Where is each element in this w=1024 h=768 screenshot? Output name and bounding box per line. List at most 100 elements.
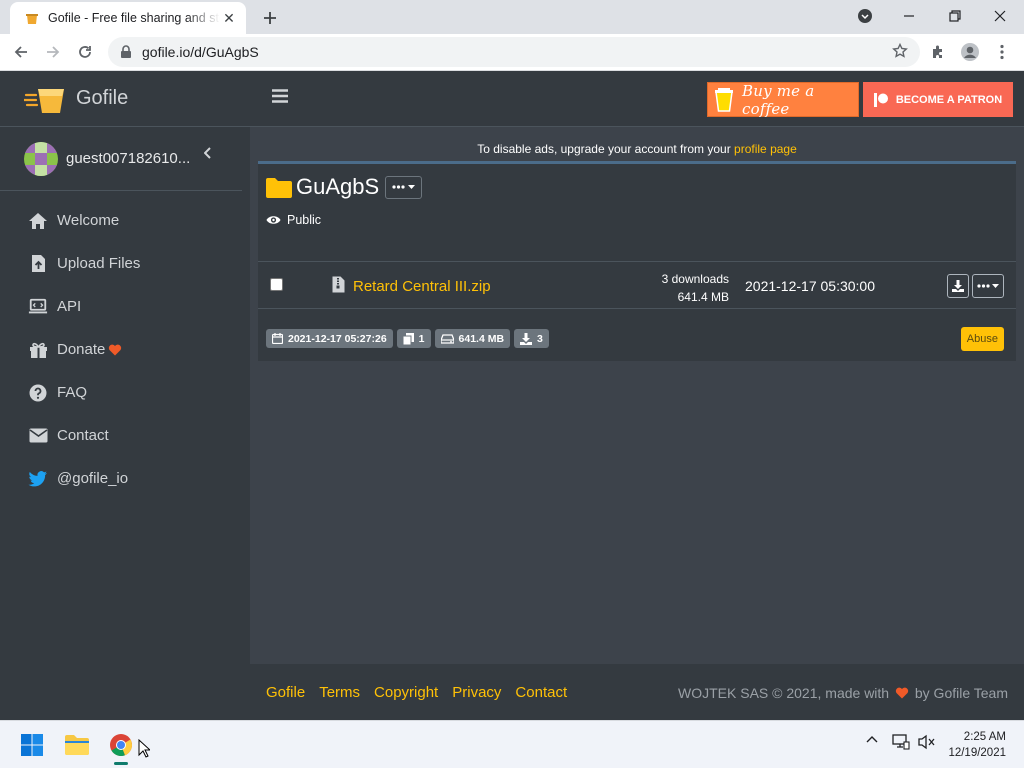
browser-tabstrip: Gofile - Free file sharing and storage ✕ [0, 0, 1024, 34]
file-archive-icon [332, 276, 345, 293]
file-options-button[interactable] [972, 274, 1004, 298]
gofile-favicon-icon [24, 10, 40, 26]
coffee-label: Buy me a coffee [742, 81, 815, 118]
footer-link-contact[interactable]: Contact [515, 684, 567, 701]
footer-link-privacy[interactable]: Privacy [452, 684, 501, 701]
show-hidden-icons-chevron-icon[interactable] [866, 735, 878, 743]
file-upload-icon [28, 254, 48, 274]
envelope-icon [28, 426, 48, 446]
footer-links: Gofile Terms Copyright Privacy Contact [266, 684, 567, 701]
reload-button[interactable] [72, 39, 98, 65]
footer-copyright: WOJTEK SAS © 2021, made with by Gofile T… [678, 685, 1008, 701]
restore-button[interactable] [941, 4, 969, 28]
visibility-label: Public [287, 213, 322, 227]
buy-me-a-coffee-button[interactable]: Buy me a coffee [707, 81, 859, 118]
brand[interactable]: Gofile [0, 71, 250, 127]
volume-muted-icon[interactable] [918, 734, 936, 750]
browser-tab[interactable]: Gofile - Free file sharing and storage ✕ [10, 2, 246, 34]
sidebar-item-contact[interactable]: Contact [0, 414, 250, 457]
twitter-icon [28, 469, 48, 489]
close-tab-icon[interactable]: ✕ [220, 9, 238, 27]
address-bar[interactable]: gofile.io/d/GuAgbS [108, 37, 920, 67]
clock-date: 12/19/2021 [948, 747, 1006, 759]
back-button[interactable] [8, 39, 34, 65]
footer-link-copyright[interactable]: Copyright [374, 684, 438, 701]
tab-search-button[interactable] [851, 4, 879, 28]
system-clock[interactable]: 2:25 AM 12/19/2021 [948, 729, 1006, 761]
folder-header: GuAgbS [266, 174, 423, 200]
sidebar-item-label: @gofile_io [57, 470, 129, 487]
file-explorer-icon[interactable] [61, 729, 93, 761]
gofile-logo-icon [24, 83, 68, 115]
url-text: gofile.io/d/GuAgbS [142, 44, 259, 60]
sidebar-item-api[interactable]: API [0, 285, 250, 328]
total-size: 641.4 MB [458, 332, 505, 345]
file-size: 641.4 MB [677, 290, 729, 304]
sidebar-item-label: FAQ [57, 384, 88, 401]
page-footer: Gofile Terms Copyright Privacy Contact W… [250, 664, 1024, 720]
network-icon[interactable] [892, 734, 910, 750]
created-date: 2021-12-17 05:27:26 [288, 332, 387, 345]
avatar [24, 141, 58, 176]
active-app-indicator [114, 762, 128, 765]
new-tab-button[interactable] [258, 6, 282, 30]
footer-link-terms[interactable]: Terms [319, 684, 360, 701]
sidebar-item-welcome[interactable]: Welcome [0, 199, 250, 242]
windows-taskbar: 2:25 AM 12/19/2021 [0, 720, 1024, 768]
top-navbar: Buy me a coffee BECOME A PATRON [250, 71, 1024, 127]
file-count-badge: 1 [396, 329, 431, 348]
chevron-left-icon[interactable] [204, 147, 212, 159]
hamburger-menu-icon[interactable] [272, 89, 288, 103]
copyright-text: WOJTEK SAS © 2021, made with [678, 685, 890, 701]
bookmark-star-icon[interactable] [892, 43, 908, 59]
sidebar-item-twitter[interactable]: @gofile_io [0, 457, 250, 500]
heart-icon [895, 685, 909, 701]
browser-toolbar: gofile.io/d/GuAgbS [0, 34, 1024, 71]
folder-options-button[interactable] [385, 175, 423, 199]
sidebar-item-label: Contact [57, 427, 109, 444]
become-a-patron-button[interactable]: BECOME A PATRON [863, 82, 1013, 117]
visibility-status: Public [266, 213, 321, 227]
sidebar-item-label: Donate [57, 341, 106, 358]
file-count: 1 [418, 332, 425, 345]
tab-title: Gofile - Free file sharing and storage [48, 11, 220, 25]
menu-kebab-icon[interactable] [990, 40, 1014, 64]
created-date-badge: 2021-12-17 05:27:26 [266, 329, 393, 348]
forward-button[interactable] [40, 39, 66, 65]
minimize-button[interactable] [895, 4, 923, 28]
folder-card: GuAgbS Public Retard Central III.zip 3 d… [258, 161, 1016, 361]
clock-time: 2:25 AM [963, 731, 1006, 743]
sidebar-nav: Welcome Upload Files API Donate FAQ Cont… [0, 191, 250, 500]
sidebar-item-label: API [57, 298, 82, 315]
user-panel[interactable]: guest007182610... [0, 127, 242, 191]
download-icon [952, 280, 964, 292]
file-name-link[interactable]: Retard Central III.zip [353, 278, 491, 295]
sidebar-item-upload-files[interactable]: Upload Files [0, 242, 250, 285]
main-content: To disable ads, upgrade your account fro… [250, 127, 1024, 664]
abuse-button[interactable]: Abuse [960, 327, 1004, 351]
profile-page-link[interactable]: profile page [734, 142, 797, 156]
download-icon [520, 332, 533, 345]
patreon-icon [873, 92, 888, 107]
profile-icon[interactable] [958, 40, 982, 64]
lock-icon[interactable] [120, 45, 132, 59]
mouse-cursor-icon [138, 739, 150, 758]
footer-link-gofile[interactable]: Gofile [266, 684, 305, 701]
sidebar-item-donate[interactable]: Donate [0, 328, 250, 371]
windows-start-icon[interactable] [16, 729, 48, 761]
close-window-button[interactable] [986, 4, 1014, 28]
file-row: Retard Central III.zip 3 downloads 641.4… [258, 261, 1016, 309]
heart-icon [108, 344, 122, 356]
sidebar-item-faq[interactable]: FAQ [0, 371, 250, 414]
sidebar-item-label: Welcome [57, 212, 120, 229]
download-button[interactable] [947, 274, 969, 298]
chrome-icon[interactable] [105, 729, 137, 761]
folder-summary: 2021-12-17 05:27:26 1 641.4 MB 3 [266, 329, 549, 348]
extensions-icon[interactable] [926, 40, 950, 64]
ad-notice: To disable ads, upgrade your account fro… [250, 142, 1024, 156]
eye-icon [266, 215, 281, 225]
ad-notice-text: To disable ads, upgrade your account fro… [477, 142, 735, 156]
download-total: 3 [537, 332, 543, 345]
patron-label: BECOME A PATRON [895, 93, 1003, 106]
file-select-checkbox[interactable] [270, 278, 283, 291]
